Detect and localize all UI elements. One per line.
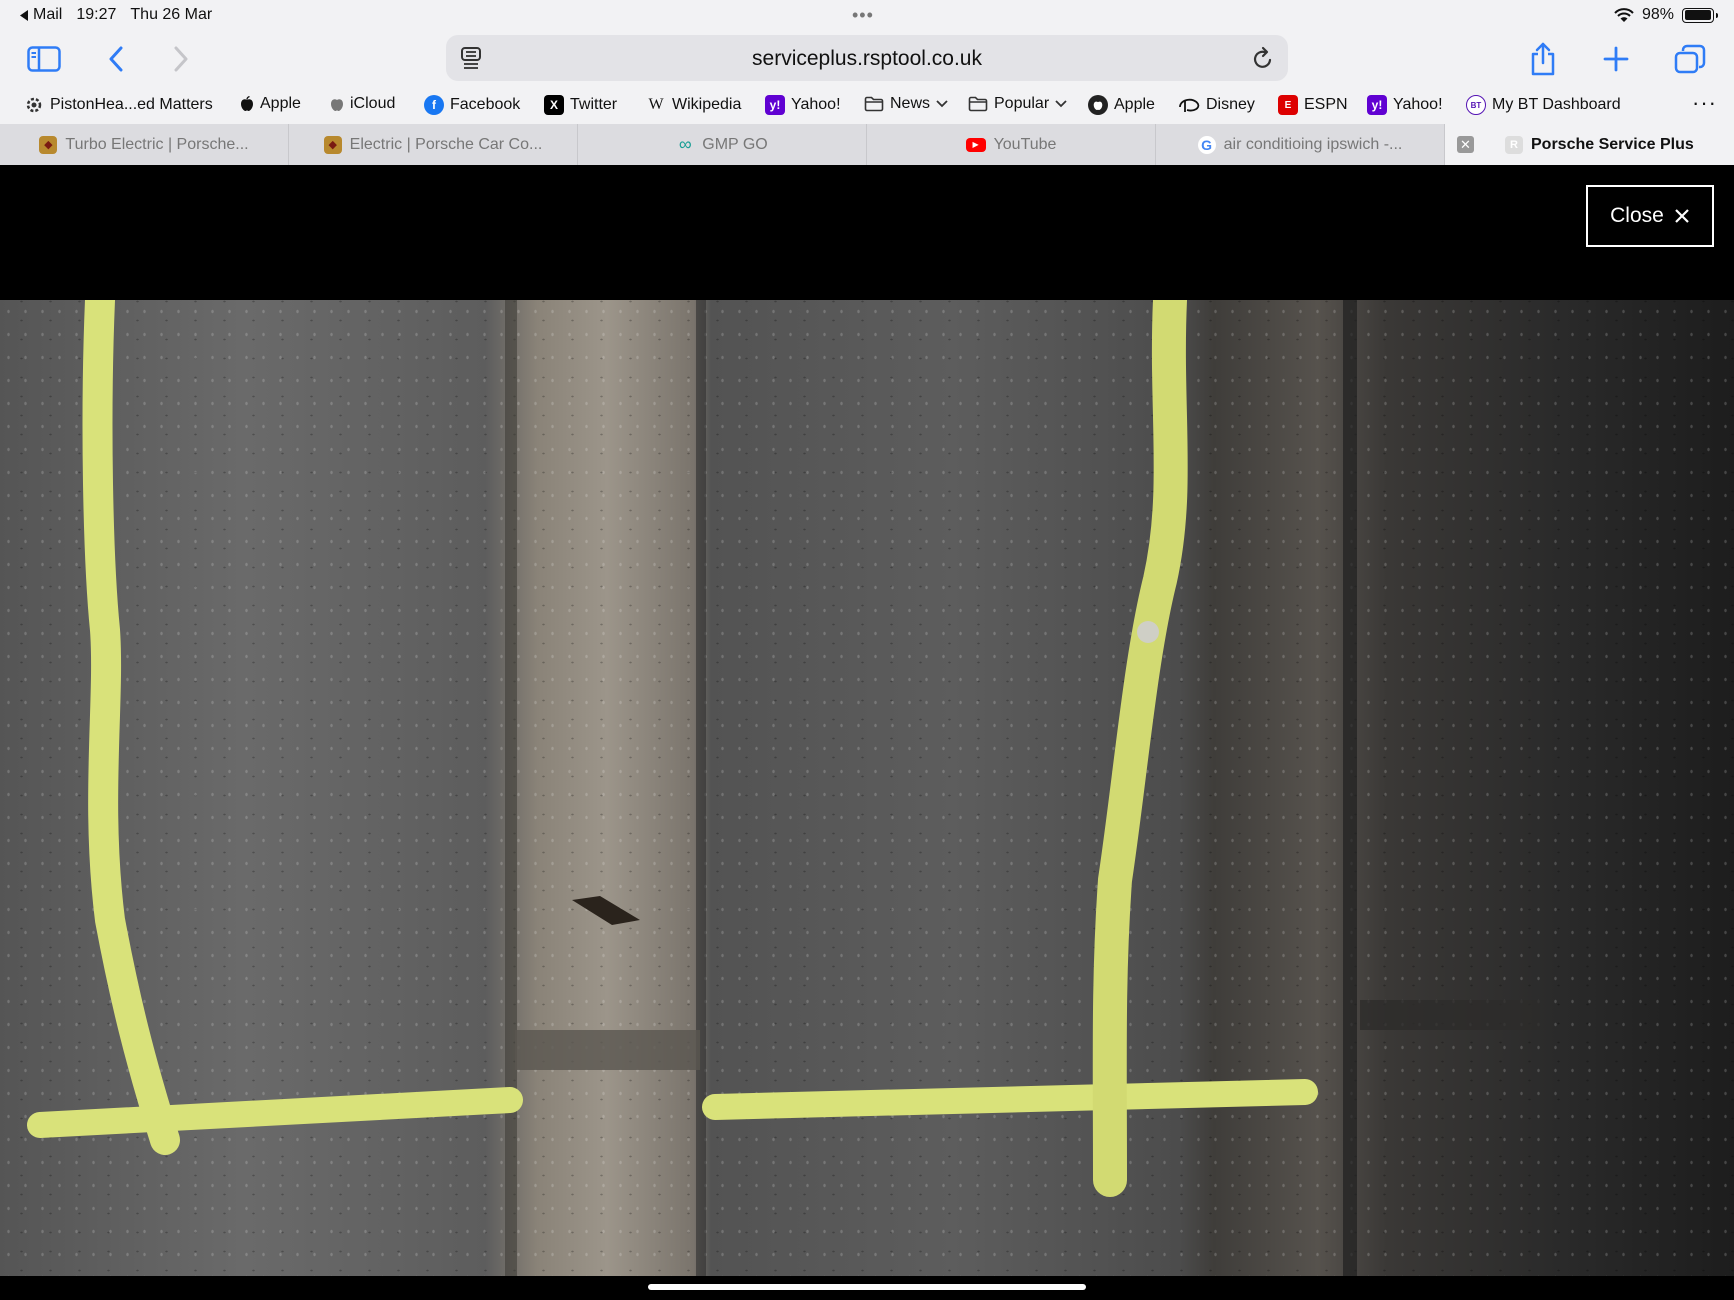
- gear-icon: [26, 97, 42, 113]
- apple-icon: [241, 96, 253, 111]
- plus-icon: [1603, 46, 1629, 72]
- bookmark-icloud[interactable]: iCloud: [330, 95, 395, 113]
- tab-label: Porsche Service Plus: [1531, 135, 1694, 153]
- tab-strip: ◆ Turbo Electric | Porsche... ◆ Electric…: [0, 124, 1734, 165]
- chevron-left-icon: [109, 46, 123, 72]
- tyre-markings-illustration: [27, 300, 1540, 1276]
- chevron-down-icon: [936, 100, 948, 108]
- bookmark-apple[interactable]: Apple: [240, 95, 301, 113]
- tab-turbo-electric[interactable]: ◆ Turbo Electric | Porsche...: [0, 124, 289, 165]
- status-time: 19:27: [76, 6, 117, 23]
- bookmark-label: iCloud: [350, 95, 396, 112]
- back-to-app-button[interactable]: Mail: [20, 6, 62, 24]
- tab-gmp-go[interactable]: ∞ GMP GO: [578, 124, 867, 165]
- tab-label: air conditioing ipswich -...: [1223, 135, 1403, 153]
- bookmark-facebook[interactable]: f Facebook: [424, 95, 520, 115]
- bookmark-folder-news[interactable]: News: [864, 95, 948, 113]
- r-icon: R: [1505, 135, 1523, 154]
- bookmark-label: Apple: [1114, 96, 1155, 113]
- chevron-down-icon: [1055, 100, 1067, 108]
- youtube-icon: ▶: [965, 137, 986, 152]
- espn-icon: E: [1278, 95, 1298, 115]
- browser-toolbar: serviceplus.rsptool.co.uk: [0, 30, 1734, 88]
- bookmark-espn[interactable]: E ESPN: [1278, 95, 1348, 115]
- bookmark-label: PistonHea...ed Matters: [50, 96, 213, 113]
- new-tab-button[interactable]: [1598, 42, 1634, 76]
- close-tab-icon[interactable]: ✕: [1457, 136, 1474, 153]
- apple-icon: [331, 99, 343, 111]
- tab-youtube[interactable]: ▶ YouTube: [867, 124, 1156, 165]
- apple-icon: [1088, 95, 1108, 115]
- infinity-icon: ∞: [678, 134, 692, 154]
- bookmark-label: Disney: [1206, 96, 1255, 113]
- bookmarks-overflow-button[interactable]: ···: [1692, 90, 1717, 116]
- tab-porsche-service-plus[interactable]: ✕ R Porsche Service Plus: [1445, 124, 1734, 165]
- chevron-right-icon: [174, 46, 188, 72]
- close-viewer-button[interactable]: Close: [1586, 185, 1714, 247]
- tyre-tread-photo: [0, 300, 1734, 1276]
- bt-icon: BT: [1466, 95, 1486, 115]
- sidebar-icon: [27, 46, 61, 72]
- bookmarks-bar: PistonHea...ed Matters Apple iCloud f Fa…: [0, 88, 1734, 124]
- bookmark-label: My BT Dashboard: [1492, 96, 1621, 113]
- folder-icon: [968, 96, 988, 112]
- share-icon: [1531, 42, 1555, 76]
- close-icon: [1675, 209, 1689, 223]
- battery-percentage: 98%: [1641, 6, 1674, 23]
- reload-icon[interactable]: [1252, 46, 1274, 75]
- tab-label: Electric | Porsche Car Co...: [349, 135, 543, 153]
- back-app-label: Mail: [33, 6, 63, 23]
- tab-overview-button[interactable]: [1672, 42, 1708, 76]
- share-button[interactable]: [1525, 42, 1561, 76]
- bookmark-label: Popular: [994, 95, 1050, 112]
- bookmark-label: Apple: [260, 95, 301, 112]
- disney-icon: [1179, 98, 1200, 112]
- address-bar[interactable]: serviceplus.rsptool.co.uk: [446, 35, 1288, 81]
- x-icon: X: [544, 95, 564, 115]
- porsche-crest-icon: ◆: [323, 135, 342, 154]
- more-icon: ···: [1692, 90, 1717, 115]
- close-label: Close: [1610, 204, 1664, 227]
- url-text: serviceplus.rsptool.co.uk: [752, 47, 982, 70]
- yahoo-icon: y!: [1367, 95, 1387, 115]
- forward-button[interactable]: [163, 42, 199, 76]
- bookmark-label: ESPN: [1304, 96, 1348, 113]
- sidebar-toggle-button[interactable]: [26, 42, 62, 76]
- multitasking-dots-icon[interactable]: •••: [852, 5, 874, 26]
- porsche-crest-icon: ◆: [39, 135, 58, 154]
- bookmark-yahoo[interactable]: y! Yahoo!: [765, 95, 841, 115]
- tab-label: Turbo Electric | Porsche...: [65, 135, 249, 153]
- bookmark-twitter[interactable]: X Twitter: [544, 95, 617, 115]
- bookmark-pistonheads[interactable]: PistonHea...ed Matters: [24, 95, 213, 115]
- tab-electric-porsche[interactable]: ◆ Electric | Porsche Car Co...: [289, 124, 578, 165]
- wikipedia-icon: W: [648, 96, 664, 113]
- bookmark-label: Yahoo!: [791, 96, 841, 113]
- battery-icon: [1682, 7, 1718, 23]
- back-triangle-icon: [20, 9, 28, 21]
- wifi-icon: [1614, 7, 1634, 22]
- google-icon: G: [1197, 135, 1216, 154]
- yahoo-icon: y!: [765, 95, 785, 115]
- bookmark-my-bt[interactable]: BT My BT Dashboard: [1466, 95, 1621, 115]
- tabs-icon: [1674, 44, 1706, 74]
- bookmark-label: Yahoo!: [1393, 96, 1443, 113]
- bookmark-label: Twitter: [570, 96, 618, 113]
- tab-google-search[interactable]: G air conditioing ipswich -...: [1156, 124, 1445, 165]
- bookmark-wikipedia[interactable]: W Wikipedia: [646, 95, 741, 115]
- bookmark-label: Wikipedia: [672, 96, 742, 113]
- status-date: Thu 26 Mar: [130, 6, 213, 23]
- facebook-icon: f: [424, 95, 444, 115]
- bookmark-label: News: [890, 95, 931, 112]
- tab-label: GMP GO: [702, 135, 768, 153]
- status-bar: Mail 19:27 Thu 26 Mar ••• 98%: [0, 0, 1734, 30]
- tab-label: YouTube: [993, 135, 1057, 153]
- bookmark-folder-popular[interactable]: Popular: [968, 95, 1067, 113]
- bookmark-label: Facebook: [450, 96, 521, 113]
- bookmark-disney[interactable]: Disney: [1178, 95, 1255, 115]
- folder-icon: [864, 96, 884, 112]
- home-indicator[interactable]: [648, 1284, 1086, 1290]
- back-button[interactable]: [98, 42, 134, 76]
- bookmark-yahoo-2[interactable]: y! Yahoo!: [1367, 95, 1443, 115]
- bookmark-apple-2[interactable]: Apple: [1088, 95, 1155, 115]
